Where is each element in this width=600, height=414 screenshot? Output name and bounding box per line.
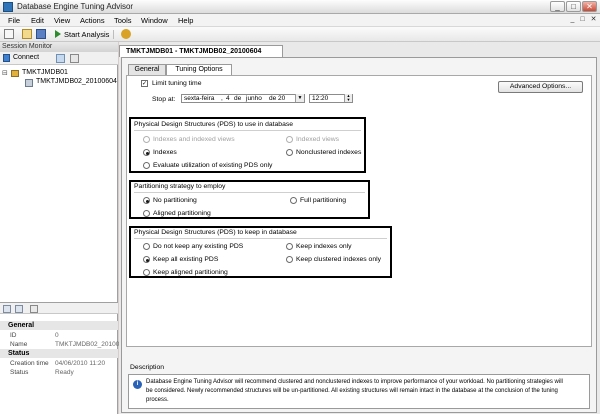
menu-edit[interactable]: Edit: [31, 16, 44, 25]
group-divider: [134, 192, 365, 193]
radio-keep-indexes-only[interactable]: [286, 243, 293, 250]
tree-collapse-icon[interactable]: ⊟: [2, 69, 8, 77]
info-icon: i: [133, 380, 142, 389]
prop-row: Creation time 04/06/2010 11:20: [10, 360, 106, 367]
tree-session[interactable]: TMKTJMDB02_20100604: [36, 78, 117, 85]
toolbar-separator: [113, 30, 114, 39]
wizard-icon[interactable]: [121, 29, 131, 39]
radio-evaluate-existing[interactable]: [143, 162, 150, 169]
partitioning-title: Partitioning strategy to employ: [134, 183, 226, 190]
server-icon: [11, 70, 19, 77]
pds-use-title: Physical Design Structures (PDS) to use …: [134, 121, 294, 128]
menu-bar: File Edit View Actions Tools Window Help…: [0, 14, 600, 27]
label-keep-none: Do not keep any existing PDS: [153, 243, 244, 250]
tuning-options-panel: ✓ Limit tuning time Stop at: sexta-feira…: [126, 75, 592, 347]
filter-icon[interactable]: [70, 54, 79, 63]
radio-indexed-views[interactable]: [286, 136, 293, 143]
properties-toolbar: [0, 302, 118, 314]
time-spinner-icon[interactable]: ▲ ▼: [344, 94, 352, 102]
open-icon[interactable]: [22, 29, 32, 39]
date-dropdown-icon[interactable]: ▼: [295, 94, 304, 102]
prop-category-status[interactable]: Status: [0, 349, 118, 358]
session-monitor-toolbar: Connect: [0, 52, 118, 65]
prop-row: Status Ready: [10, 369, 74, 376]
description-text: Database Engine Tuning Advisor will reco…: [146, 379, 563, 403]
label-keep-indexes-only: Keep indexes only: [296, 243, 352, 250]
start-analysis-button[interactable]: Start Analysis: [64, 30, 109, 39]
label-keep-aligned: Keep aligned partitioning: [153, 269, 228, 276]
window-title: Database Engine Tuning Advisor: [17, 2, 134, 11]
radio-indexes-and-views[interactable]: [143, 136, 150, 143]
categorized-icon[interactable]: [3, 305, 11, 313]
limit-tuning-label: Limit tuning time: [152, 80, 202, 87]
tree-server[interactable]: TMKTJMDB01: [22, 69, 68, 76]
label-evaluate-existing: Evaluate utilization of existing PDS onl…: [153, 162, 273, 169]
menu-help[interactable]: Help: [178, 16, 193, 25]
label-no-partitioning: No partitioning: [153, 197, 197, 204]
label-aligned-partitioning: Aligned partitioning: [153, 210, 211, 217]
menu-window[interactable]: Window: [141, 16, 168, 25]
session-icon: [25, 79, 33, 87]
menu-tools[interactable]: Tools: [114, 16, 132, 25]
start-analysis-icon[interactable]: [55, 30, 61, 38]
radio-indexes[interactable]: [143, 149, 150, 156]
menu-actions[interactable]: Actions: [80, 16, 105, 25]
title-bar: Database Engine Tuning Advisor _ □ ✕: [0, 0, 600, 14]
stop-at-label: Stop at:: [152, 96, 176, 103]
app-icon: [3, 2, 13, 12]
property-pages-icon[interactable]: [30, 305, 38, 313]
radio-keep-clustered-only[interactable]: [286, 256, 293, 263]
pds-keep-title: Physical Design Structures (PDS) to keep…: [134, 229, 297, 236]
label-indexed-views: Indexed views: [296, 136, 340, 143]
sort-alpha-icon[interactable]: [15, 305, 23, 313]
connect-button[interactable]: Connect: [13, 54, 39, 61]
tab-general[interactable]: General: [128, 64, 166, 75]
mdi-minimize-button[interactable]: _: [568, 15, 577, 24]
session-document-tab[interactable]: TMKTJMDB01 - TMKTJMDB02_20100604: [119, 45, 283, 57]
group-divider: [134, 130, 361, 131]
label-keep-all: Keep all existing PDS: [153, 256, 219, 263]
minimize-button[interactable]: _: [550, 1, 565, 12]
session-monitor-panel: Session Monitor Connect ⊟ TMKTJMDB01 TMK…: [0, 42, 131, 414]
session-monitor-title: Session Monitor: [0, 42, 118, 52]
toolbar: Start Analysis: [0, 27, 600, 42]
prop-category-general[interactable]: General: [0, 321, 118, 330]
label-full-partitioning: Full partitioning: [300, 197, 347, 204]
menu-file[interactable]: File: [8, 16, 20, 25]
description-box: i Database Engine Tuning Advisor will re…: [128, 374, 590, 409]
radio-keep-aligned[interactable]: [143, 269, 150, 276]
label-keep-clustered-only: Keep clustered indexes only: [296, 256, 382, 263]
radio-keep-none[interactable]: [143, 243, 150, 250]
radio-nonclustered-indexes[interactable]: [286, 149, 293, 156]
stop-time-field[interactable]: 12:20 ▲ ▼: [309, 94, 353, 103]
new-session-icon[interactable]: [4, 29, 14, 39]
maximize-button[interactable]: □: [566, 1, 581, 12]
radio-aligned-partitioning[interactable]: [143, 210, 150, 217]
description-title: Description: [130, 364, 164, 371]
radio-full-partitioning[interactable]: [290, 197, 297, 204]
session-content: General Tuning Options ✓ Limit tuning ti…: [121, 57, 597, 413]
label-indexes: Indexes: [153, 149, 177, 156]
refresh-icon[interactable]: [56, 54, 65, 63]
radio-keep-all[interactable]: [143, 256, 150, 263]
group-divider: [134, 238, 387, 239]
label-indexes-and-views: Indexes and indexed views: [153, 136, 235, 143]
radio-no-partitioning[interactable]: [143, 197, 150, 204]
label-nonclustered-indexes: Nonclustered indexes: [296, 149, 362, 156]
main-area: TMKTJMDB01 - TMKTJMDB02_20100604 General…: [119, 42, 600, 414]
prop-row: Name TMKTJMDB02_20100604: [10, 341, 131, 348]
connect-icon[interactable]: [3, 54, 10, 62]
stop-date-picker[interactable]: sexta-feira , 4 de junho de 20 ▼: [181, 94, 305, 103]
mdi-restore-button[interactable]: □: [578, 15, 587, 24]
limit-tuning-checkbox[interactable]: ✓: [141, 80, 148, 87]
advanced-options-button[interactable]: Advanced Options...: [498, 81, 583, 93]
menu-view[interactable]: View: [54, 16, 70, 25]
save-icon[interactable]: [36, 29, 46, 39]
close-button[interactable]: ✕: [582, 1, 597, 12]
prop-row: ID 0: [10, 332, 59, 339]
mdi-close-button[interactable]: ✕: [589, 15, 598, 24]
